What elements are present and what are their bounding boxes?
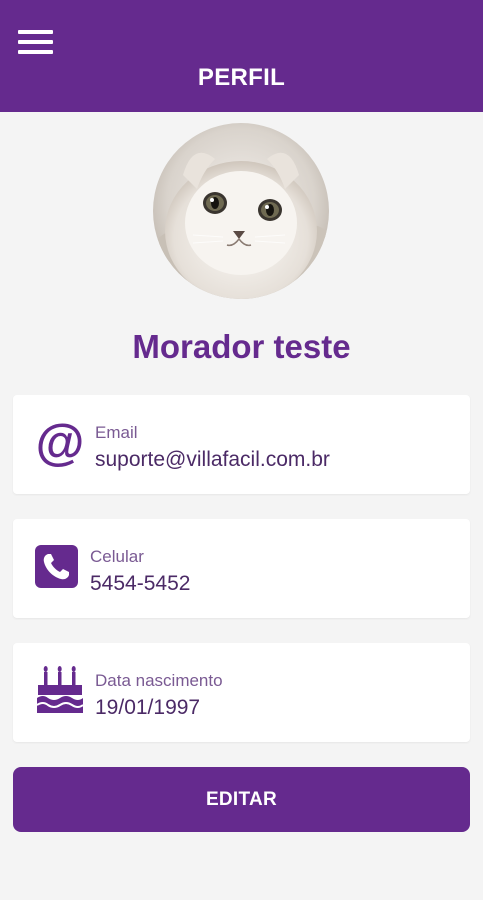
at-sign-icon: @: [35, 414, 85, 470]
menu-button[interactable]: [16, 26, 56, 58]
menu-icon-bar-middle: [18, 40, 53, 44]
phone-card: Celular 5454-5452: [13, 519, 470, 618]
email-label: Email: [95, 423, 138, 442]
phone-icon: [35, 545, 78, 588]
page-title: PERFIL: [197, 64, 286, 91]
menu-icon-bar-bottom: [18, 50, 53, 54]
cat-photo-image: [153, 123, 329, 299]
menu-icon-bar-top: [18, 30, 53, 34]
birthday-cake-icon: [35, 665, 85, 715]
birthdate-label: Data nascimento: [95, 671, 223, 690]
birthdate-card: Data nascimento 19/01/1997: [13, 643, 470, 742]
phone-label: Celular: [90, 547, 144, 566]
avatar: [153, 123, 329, 299]
edit-button[interactable]: EDITAR: [13, 767, 470, 832]
email-value: suporte@villafacil.com.br: [95, 448, 330, 471]
app-bar: PERFIL: [0, 0, 483, 112]
phone-value: 5454-5452: [90, 572, 191, 595]
svg-text:@: @: [36, 419, 85, 469]
email-card: @ Email suporte@villafacil.com.br: [13, 395, 470, 494]
birthdate-value: 19/01/1997: [95, 696, 201, 719]
profile-name: Morador teste: [132, 328, 351, 365]
